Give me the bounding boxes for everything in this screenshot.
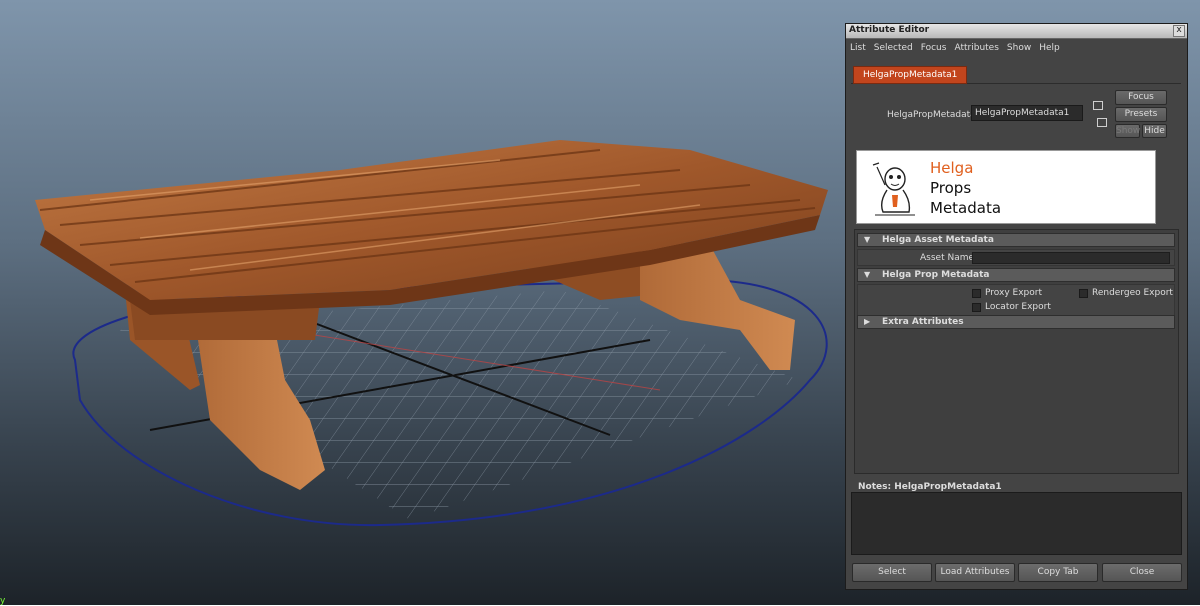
hide-button[interactable]: Hide xyxy=(1142,124,1167,138)
menu-bar: List Selected Focus Attributes Show Help xyxy=(846,39,1187,57)
node-header: HelgaPropMetadata: HelgaPropMetadata1 Fo… xyxy=(851,85,1181,142)
helga-mascot-icon xyxy=(872,162,915,216)
tab-helgapropmetadata1[interactable]: HelgaPropMetadata1 xyxy=(853,66,968,84)
expand-triangle-icon: ▶ xyxy=(864,317,871,326)
locator-export-checkbox[interactable] xyxy=(972,303,981,312)
menu-selected[interactable]: Selected xyxy=(874,43,913,53)
helga-logo-banner: Helga Props Metadata xyxy=(856,150,1156,224)
node-name-field[interactable]: HelgaPropMetadata1 xyxy=(971,105,1083,121)
section-helga-prop-metadata[interactable]: ▼ Helga Prop Metadata xyxy=(857,268,1175,282)
close-button[interactable]: Close xyxy=(1102,563,1182,582)
section-helga-asset-metadata[interactable]: ▼ Helga Asset Metadata xyxy=(857,233,1175,247)
node-tab-strip: HelgaPropMetadata1 xyxy=(851,66,1181,84)
proxy-export-label: Proxy Export xyxy=(985,288,1042,298)
focus-button[interactable]: Focus xyxy=(1115,90,1167,105)
collapse-triangle-icon: ▼ xyxy=(864,235,871,244)
presets-button[interactable]: Presets xyxy=(1115,107,1167,122)
logo-line-props: Props xyxy=(930,179,972,197)
locator-export-label: Locator Export xyxy=(985,302,1051,312)
proxy-export-checkbox[interactable] xyxy=(972,289,981,298)
viewport-scene[interactable] xyxy=(0,0,840,605)
section-title: Helga Prop Metadata xyxy=(882,270,990,280)
rendergeo-export-checkbox[interactable] xyxy=(1079,289,1088,298)
asset-name-field[interactable] xyxy=(972,252,1170,264)
menu-show[interactable]: Show xyxy=(1007,43,1031,53)
asset-metadata-panel: Asset Name xyxy=(857,249,1175,266)
menu-list[interactable]: List xyxy=(850,43,866,53)
collapse-triangle-icon: ▼ xyxy=(864,270,871,279)
notes-label: Notes: HelgaPropMetadata1 xyxy=(858,482,1002,492)
prop-metadata-panel: Proxy Export Rendergeo Export Locator Ex… xyxy=(857,284,1175,316)
attribute-editor-window[interactable]: Attribute Editor x List Selected Focus A… xyxy=(845,23,1188,590)
menu-focus[interactable]: Focus xyxy=(921,43,947,53)
section-extra-attributes[interactable]: ▶ Extra Attributes xyxy=(857,315,1175,329)
node-name-label: HelgaPropMetadata: xyxy=(887,110,979,120)
logo-line-metadata: Metadata xyxy=(930,199,1002,217)
select-button[interactable]: Select xyxy=(852,563,932,582)
window-title: Attribute Editor xyxy=(849,25,930,35)
attribute-scroll-area[interactable]: ▼ Helga Asset Metadata Asset Name ▼ Helg… xyxy=(854,229,1179,474)
section-title: Extra Attributes xyxy=(882,317,964,327)
output-connection-icon[interactable] xyxy=(1097,118,1107,127)
show-button[interactable]: Show xyxy=(1115,124,1140,138)
logo-line-helga: Helga xyxy=(930,159,974,177)
copy-tab-button[interactable]: Copy Tab xyxy=(1018,563,1098,582)
asset-name-label: Asset Name xyxy=(920,253,975,263)
close-icon[interactable]: x xyxy=(1173,25,1185,37)
notes-textarea[interactable] xyxy=(851,492,1182,555)
input-connection-icon[interactable] xyxy=(1093,101,1103,110)
load-attributes-button[interactable]: Load Attributes xyxy=(935,563,1015,582)
menu-attributes[interactable]: Attributes xyxy=(954,43,998,53)
rendergeo-export-label: Rendergeo Export xyxy=(1092,288,1173,298)
titlebar[interactable]: Attribute Editor x xyxy=(846,24,1187,39)
menu-help[interactable]: Help xyxy=(1039,43,1060,53)
section-title: Helga Asset Metadata xyxy=(882,235,994,245)
